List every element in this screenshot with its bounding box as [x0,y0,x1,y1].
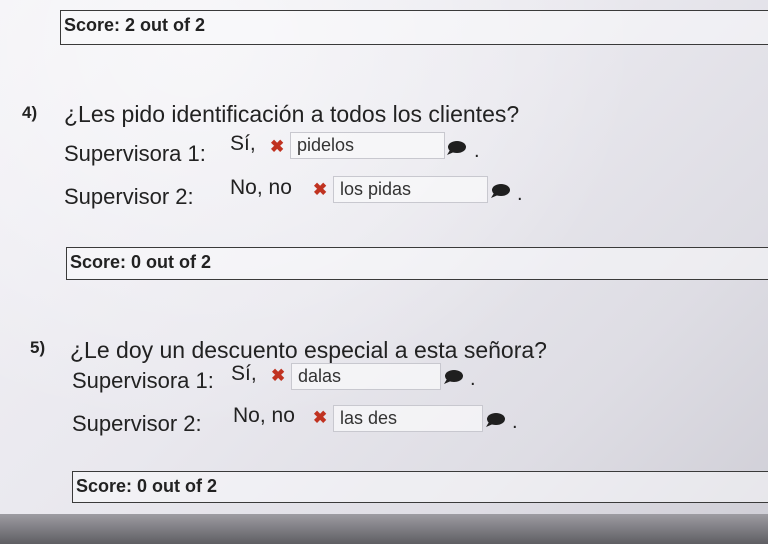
comment-bubble-icon[interactable] [485,412,505,428]
supervisor-2-label: Supervisor 2: [72,411,202,436]
question-text: ¿Le doy un descuento especial a esta señ… [70,337,547,363]
answer-prefix: Sí, [231,362,257,385]
score-box-question-5: Score: 0 out of 2 [72,471,768,503]
answer-input[interactable]: las des [333,405,483,432]
monitor-bezel [0,514,768,544]
period: . [517,183,523,205]
answer-input[interactable]: dalas [291,363,441,390]
answer-prefix: No, no [233,404,295,427]
supervisor-1-label: Supervisora 1: [64,141,206,166]
x-mark-icon: ✖ [313,180,328,199]
answer-input[interactable]: pidelos [290,132,445,159]
period: . [470,368,476,390]
x-mark-icon: ✖ [270,137,285,156]
x-mark-icon: ✖ [271,366,286,385]
answer-prefix: No, no [230,176,292,199]
question-number: 4) [22,103,38,122]
question-text: ¿Les pido identificación a todos los cli… [64,101,520,127]
score-box-question-4: Score: 0 out of 2 [66,247,768,280]
supervisor-2-label: Supervisor 2: [64,184,194,209]
question-number: 5) [30,338,46,357]
comment-bubble-icon[interactable] [446,140,466,156]
supervisor-1-label: Supervisora 1: [72,368,214,393]
score-text: Score: 2 out of 2 [64,15,206,35]
period: . [512,411,518,433]
score-box-prev: Score: 2 out of 2 [60,10,768,45]
comment-bubble-icon[interactable] [490,183,510,199]
answer-input[interactable]: los pidas [333,176,488,203]
period: . [474,140,480,162]
score-text: Score: 0 out of 2 [70,252,212,272]
x-mark-icon: ✖ [313,408,328,427]
score-text: Score: 0 out of 2 [76,476,218,496]
comment-bubble-icon[interactable] [443,369,463,385]
answer-prefix: Sí, [230,132,256,155]
